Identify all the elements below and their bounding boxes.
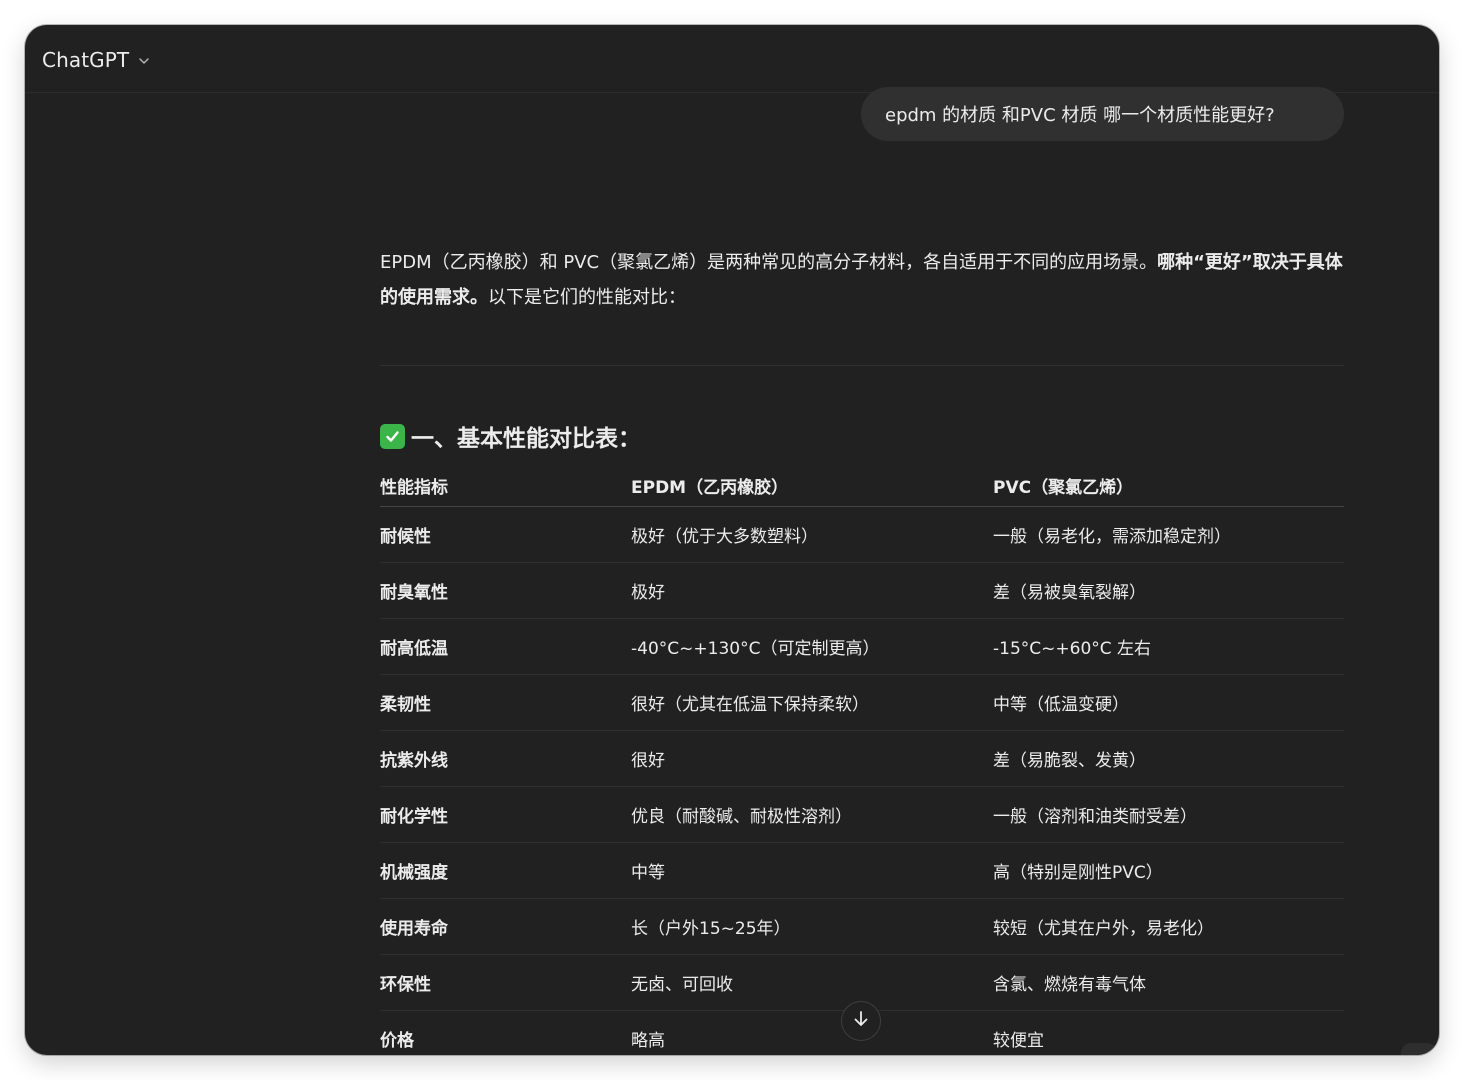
help-button[interactable] xyxy=(1401,1043,1437,1055)
user-message-text: epdm 的材质 和PVC 材质 哪一个材质性能更好? xyxy=(885,105,1275,126)
divider xyxy=(380,365,1344,366)
table-cell-property: 使用寿命 xyxy=(380,919,448,939)
table-cell-epdm: 优良（耐酸碱、耐极性溶剂） xyxy=(631,807,852,827)
table-header-cell: EPDM（乙丙橡胶） xyxy=(631,478,789,498)
table-row: 机械强度 中等 高（特别是刚性PVC） xyxy=(380,843,1344,899)
table-cell-epdm: 略高 xyxy=(631,1031,665,1051)
chevron-down-icon xyxy=(137,53,151,67)
table-cell-pvc: 高（特别是刚性PVC） xyxy=(993,863,1163,883)
table-cell-epdm: 长（户外15~25年） xyxy=(631,919,791,939)
table-cell-property: 环保性 xyxy=(380,975,431,995)
table-cell-pvc: 一般（溶剂和油类耐受差） xyxy=(993,807,1197,827)
table-cell-property: 柔韧性 xyxy=(380,695,431,715)
assistant-intro: EPDM（乙丙橡胶）和 PVC（聚氯乙烯）是两种常见的高分子材料，各自适用于不同… xyxy=(380,245,1344,315)
table-cell-pvc: 较便宜 xyxy=(993,1031,1044,1051)
table-cell-pvc: 含氯、燃烧有毒气体 xyxy=(993,975,1146,995)
check-mark-icon xyxy=(380,423,405,449)
model-name: ChatGPT xyxy=(42,48,130,72)
top-bar: ChatGPT xyxy=(25,25,1439,93)
table-cell-pvc: 中等（低温变硬） xyxy=(993,695,1129,715)
table-cell-property: 耐臭氧性 xyxy=(380,583,448,603)
table-row: 抗紫外线 很好 差（易脆裂、发黄） xyxy=(380,731,1344,787)
table-row: 耐臭氧性 极好 差（易被臭氧裂解） xyxy=(380,563,1344,619)
intro-tail: 以下是它们的性能对比： xyxy=(488,287,686,308)
table-cell-epdm: 很好 xyxy=(631,751,665,771)
table-cell-property: 机械强度 xyxy=(380,863,448,883)
table-row: 使用寿命 长（户外15~25年） 较短（尤其在户外，易老化） xyxy=(380,899,1344,955)
table-cell-pvc: 差（易被臭氧裂解） xyxy=(993,583,1146,603)
table-cell-epdm: -40°C~+130°C（可定制更高） xyxy=(631,639,880,659)
table-cell-property: 抗紫外线 xyxy=(380,751,448,771)
table-cell-pvc: 较短（尤其在户外，易老化） xyxy=(993,919,1214,939)
table-cell-epdm: 无卤、可回收 xyxy=(631,975,733,995)
intro-plain: EPDM（乙丙橡胶）和 PVC（聚氯乙烯）是两种常见的高分子材料，各自适用于不同… xyxy=(380,252,1158,273)
model-switcher[interactable]: ChatGPT xyxy=(42,45,151,75)
table-header-row: 性能指标 EPDM（乙丙橡胶） PVC（聚氯乙烯） xyxy=(380,465,1344,507)
user-message-bubble: epdm 的材质 和PVC 材质 哪一个材质性能更好? xyxy=(861,87,1344,141)
table-cell-pvc: 一般（易老化，需添加稳定剂） xyxy=(993,527,1231,547)
table-cell-pvc: 差（易脆裂、发黄） xyxy=(993,751,1146,771)
table-cell-epdm: 中等 xyxy=(631,863,665,883)
section-heading: 一、基本性能对比表： xyxy=(380,419,641,453)
table-cell-property: 价格 xyxy=(380,1031,414,1051)
table-row: 耐候性 极好（优于大多数塑料） 一般（易老化，需添加稳定剂） xyxy=(380,507,1344,563)
table-row: 耐高低温 -40°C~+130°C（可定制更高） -15°C~+60°C 左右 xyxy=(380,619,1344,675)
comparison-table: 性能指标 EPDM（乙丙橡胶） PVC（聚氯乙烯） 耐候性 极好（优于大多数塑料… xyxy=(380,465,1344,1055)
table-row: 耐化学性 优良（耐酸碱、耐极性溶剂） 一般（溶剂和油类耐受差） xyxy=(380,787,1344,843)
table-row: 柔韧性 很好（尤其在低温下保持柔软） 中等（低温变硬） xyxy=(380,675,1344,731)
table-cell-property: 耐高低温 xyxy=(380,639,448,659)
table-cell-epdm: 极好 xyxy=(631,583,665,603)
chat-window: ChatGPT epdm 的材质 和PVC 材质 哪一个材质性能更好? EPDM… xyxy=(25,25,1439,1055)
section-title: 一、基本性能对比表： xyxy=(411,426,641,452)
table-header-cell: PVC（聚氯乙烯） xyxy=(993,478,1134,498)
table-cell-property: 耐候性 xyxy=(380,527,431,547)
table-cell-epdm: 很好（尤其在低温下保持柔软） xyxy=(631,695,869,715)
assistant-message: EPDM（乙丙橡胶）和 PVC（聚氯乙烯）是两种常见的高分子材料，各自适用于不同… xyxy=(380,245,1344,315)
table-header-cell: 性能指标 xyxy=(380,478,448,498)
arrow-down-icon xyxy=(851,1009,871,1033)
table-cell-pvc: -15°C~+60°C 左右 xyxy=(993,639,1152,659)
scroll-to-bottom-button[interactable] xyxy=(841,1001,881,1041)
table-cell-property: 耐化学性 xyxy=(380,807,448,827)
table-cell-epdm: 极好（优于大多数塑料） xyxy=(631,527,818,547)
